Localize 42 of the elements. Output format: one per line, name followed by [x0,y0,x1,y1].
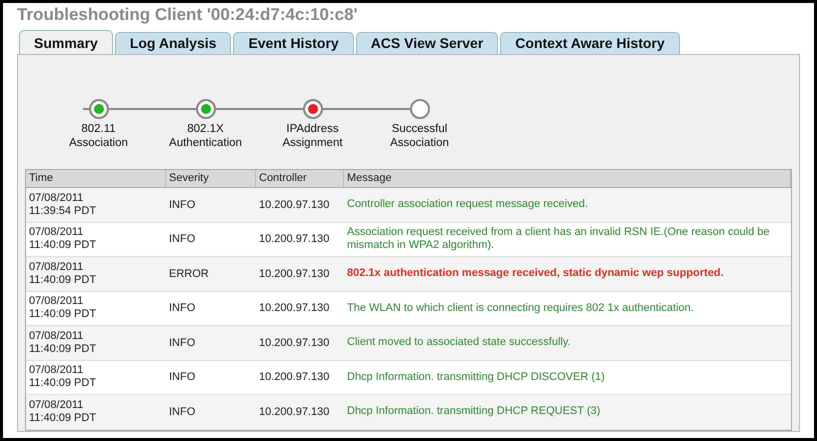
severity-cell-text: INFO [168,301,196,316]
step-label: Successful Association [390,122,449,150]
time-cell-text: 07/08/2011 11:39:54 PDT [28,192,98,218]
message-cell-text: Client moved to associated state successfully. [346,336,572,350]
tab[interactable]: Event History [233,32,354,55]
severity-cell-text: INFO [168,370,196,385]
tab[interactable]: ACS View Server [356,32,498,55]
controller-cell-text: 10.200.97.130 [258,404,330,420]
column-header: Severity [169,171,209,186]
time-cell-text: 07/08/2011 11:40:09 PDT [28,398,98,425]
severity-cell-text: INFO [168,336,196,350]
column-header: Controller [259,171,307,186]
controller-cell-text: 10.200.97.130 [258,336,330,350]
message-cell-text: 802.1x authentication message received, static dynamic wep supported. [346,267,725,280]
tab[interactable]: Log Analysis [114,32,232,55]
time-cell-text: 07/08/2011 11:40:09 PDT [28,226,98,252]
controller-cell-text: 10.200.97.130 [258,198,330,212]
column-header: Time [29,171,54,186]
message-cell-text: Dhcp Information. transmitting DHCP REQUEST (3) [346,405,602,418]
window-title: Troubleshooting Client '00:24:d7:4c:10:c8' [17,4,359,26]
time-cell-text: 07/08/2011 11:40:09 PDT [28,295,98,322]
message-cell-text: Controller association request message received. [346,198,589,212]
severity-cell-text: ERROR [168,266,210,282]
controller-cell-text: 10.200.97.130 [258,232,330,247]
time-cell-text: 07/08/2011 11:40:09 PDT [28,330,98,356]
time-cell-text: 07/08/2011 11:40:09 PDT [28,364,98,390]
severity-cell-text: INFO [168,198,196,212]
step-label: IPAddress Assignment [282,122,343,150]
severity-cell-text: INFO [168,232,196,247]
step-label: 802.1X Authentication [169,122,242,150]
step-label: 802.11 Association [69,122,128,150]
severity-cell-text: INFO [168,404,196,420]
column-header: Message [347,171,392,186]
message-cell-text: Association request received from a client has an invalid RSN IE.(One reason could be mismatch in WPA2 algorithm). [346,226,770,252]
controller-cell-text: 10.200.97.130 [258,301,330,316]
message-cell-text: Dhcp Information. transmitting DHCP DISCOVER (1) [346,370,606,384]
controller-cell-text: 10.200.97.130 [258,370,330,385]
tab[interactable]: Context Aware History [500,32,680,55]
message-cell-text: The WLAN to which client is connecting requires 802 1x authentication. [346,302,695,315]
time-cell-text: 07/08/2011 11:40:09 PDT [28,260,98,287]
controller-cell-text: 10.200.97.130 [258,266,330,282]
tab[interactable]: Summary [19,30,113,55]
